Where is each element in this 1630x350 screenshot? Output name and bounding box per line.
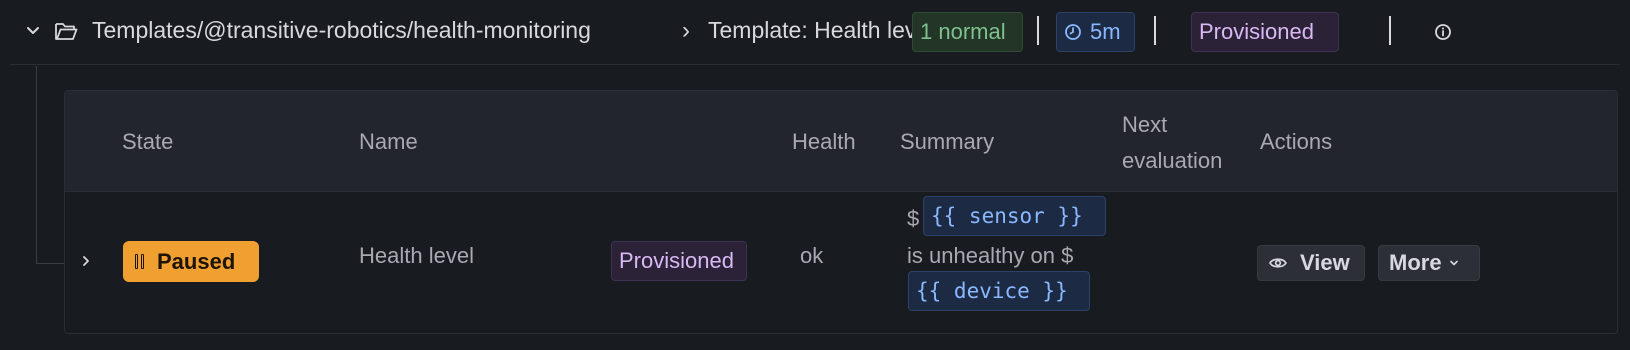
health-value: ok [800, 243, 824, 268]
rule-name: Health level [359, 243, 474, 268]
chevron-down-icon[interactable] [24, 22, 42, 40]
view-label: View [1300, 250, 1350, 275]
column-header-next-evaluation: Next evaluation [1122, 112, 1223, 173]
provisioned-badge: Provisioned [1191, 12, 1339, 52]
template-title: Template: Health level [708, 17, 912, 44]
row-divider [65, 191, 1617, 192]
provisioned-text: Provisioned [619, 248, 734, 273]
info-icon[interactable] [1434, 23, 1452, 41]
summary-code-device: {{ device }} [908, 271, 1090, 311]
column-header-health: Health [792, 129, 856, 154]
chevron-down-icon [1449, 260, 1458, 266]
state-badge: Paused [123, 241, 259, 282]
divider [1389, 16, 1391, 45]
interval-badge: 5m [1056, 12, 1135, 52]
summary-prefix: $ [907, 206, 920, 231]
provisioned-badge: Provisioned [611, 241, 747, 281]
state-text: Paused [157, 248, 236, 274]
column-header-summary: Summary [900, 129, 995, 154]
divider [1154, 16, 1156, 45]
folder-path[interactable]: Templates/@transitive-robotics/health-mo… [92, 17, 591, 44]
tree-connector [36, 263, 64, 264]
interval-text: 5m [1090, 19, 1121, 44]
more-label: More [1389, 250, 1442, 275]
more-button[interactable]: More [1378, 245, 1480, 281]
rules-table: State Name Health Summary Next evaluatio… [64, 90, 1618, 334]
table-header: State Name Health Summary Next evaluatio… [65, 91, 1617, 191]
clock-icon [1065, 24, 1081, 40]
summary-text: is unhealthy on $ [907, 243, 1074, 268]
column-header-state: State [122, 129, 174, 154]
column-header-name: Name [359, 129, 418, 154]
view-button[interactable]: View [1257, 245, 1365, 281]
breadcrumb-separator: › [682, 17, 690, 44]
divider [1037, 16, 1039, 45]
eye-icon [1269, 258, 1287, 268]
tree-connector [36, 66, 37, 264]
group-header: Templates/@transitive-robotics/health-mo… [0, 0, 1630, 64]
chevron-right-icon[interactable] [79, 254, 93, 268]
folder-open-icon [55, 23, 78, 40]
column-header-actions: Actions [1260, 129, 1333, 154]
normal-count-badge: 1 normal [912, 12, 1023, 52]
pause-icon [135, 254, 145, 269]
summary-code-sensor: {{ sensor }} [923, 196, 1106, 236]
template-title-text: Template: Health level [708, 17, 912, 43]
header-divider [10, 64, 1620, 65]
